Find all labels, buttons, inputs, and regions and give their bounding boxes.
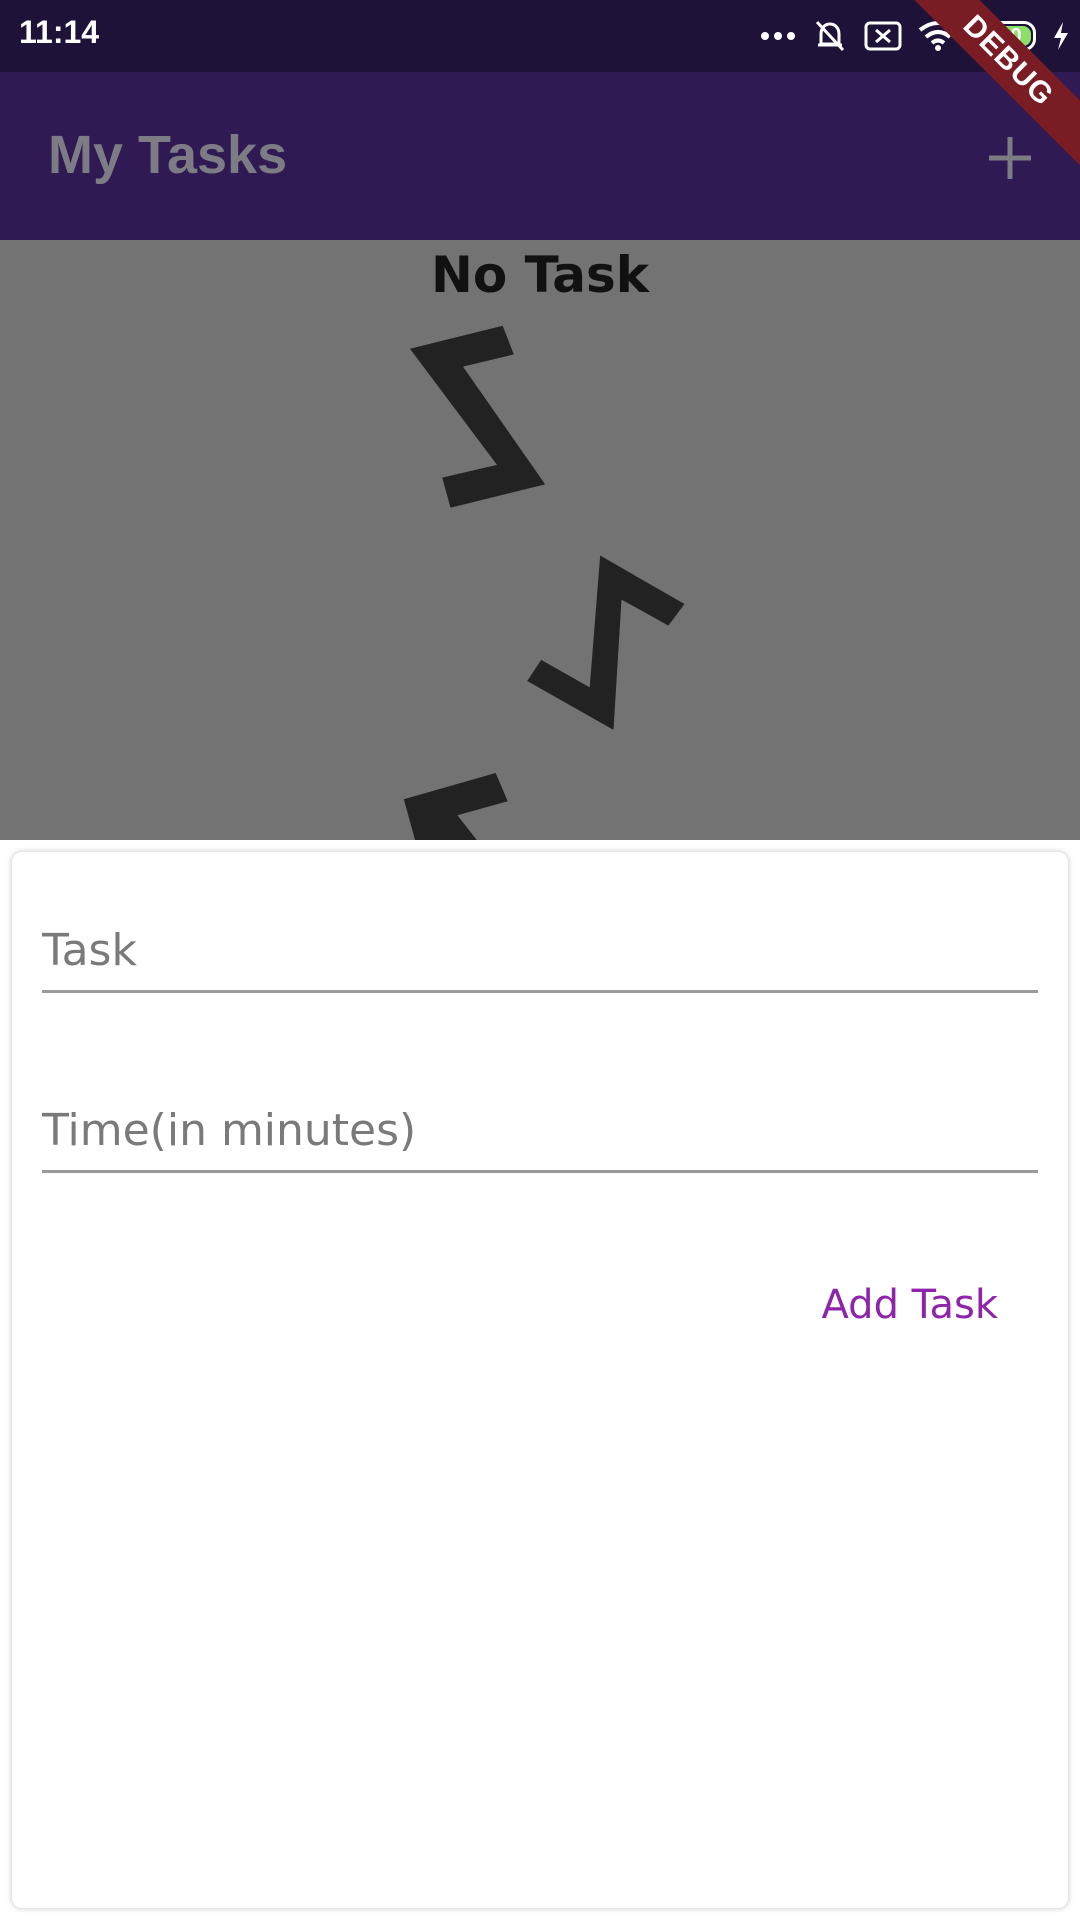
add-task-button[interactable]	[974, 122, 1046, 194]
time-input[interactable]	[42, 1090, 1038, 1170]
app-bar: My Tasks	[0, 72, 1080, 240]
plus-icon	[989, 137, 1031, 179]
no-sim-icon	[864, 21, 902, 51]
time-field	[42, 1090, 1038, 1173]
add-task-submit-button[interactable]: Add Task	[822, 1282, 998, 1328]
status-time: 11:14	[19, 14, 100, 50]
zzz-sleep-image	[403, 325, 685, 840]
task-input[interactable]	[42, 910, 1038, 990]
page-title: My Tasks	[48, 125, 288, 185]
muted-bell-icon	[815, 20, 845, 52]
task-list-area: No Task	[0, 240, 1080, 840]
task-field	[42, 910, 1038, 993]
charging-icon	[1054, 22, 1068, 50]
more-notifications-icon	[761, 32, 795, 40]
status-bar: 11:14 100	[0, 0, 1080, 72]
add-task-sheet: Add Task	[12, 852, 1068, 1908]
